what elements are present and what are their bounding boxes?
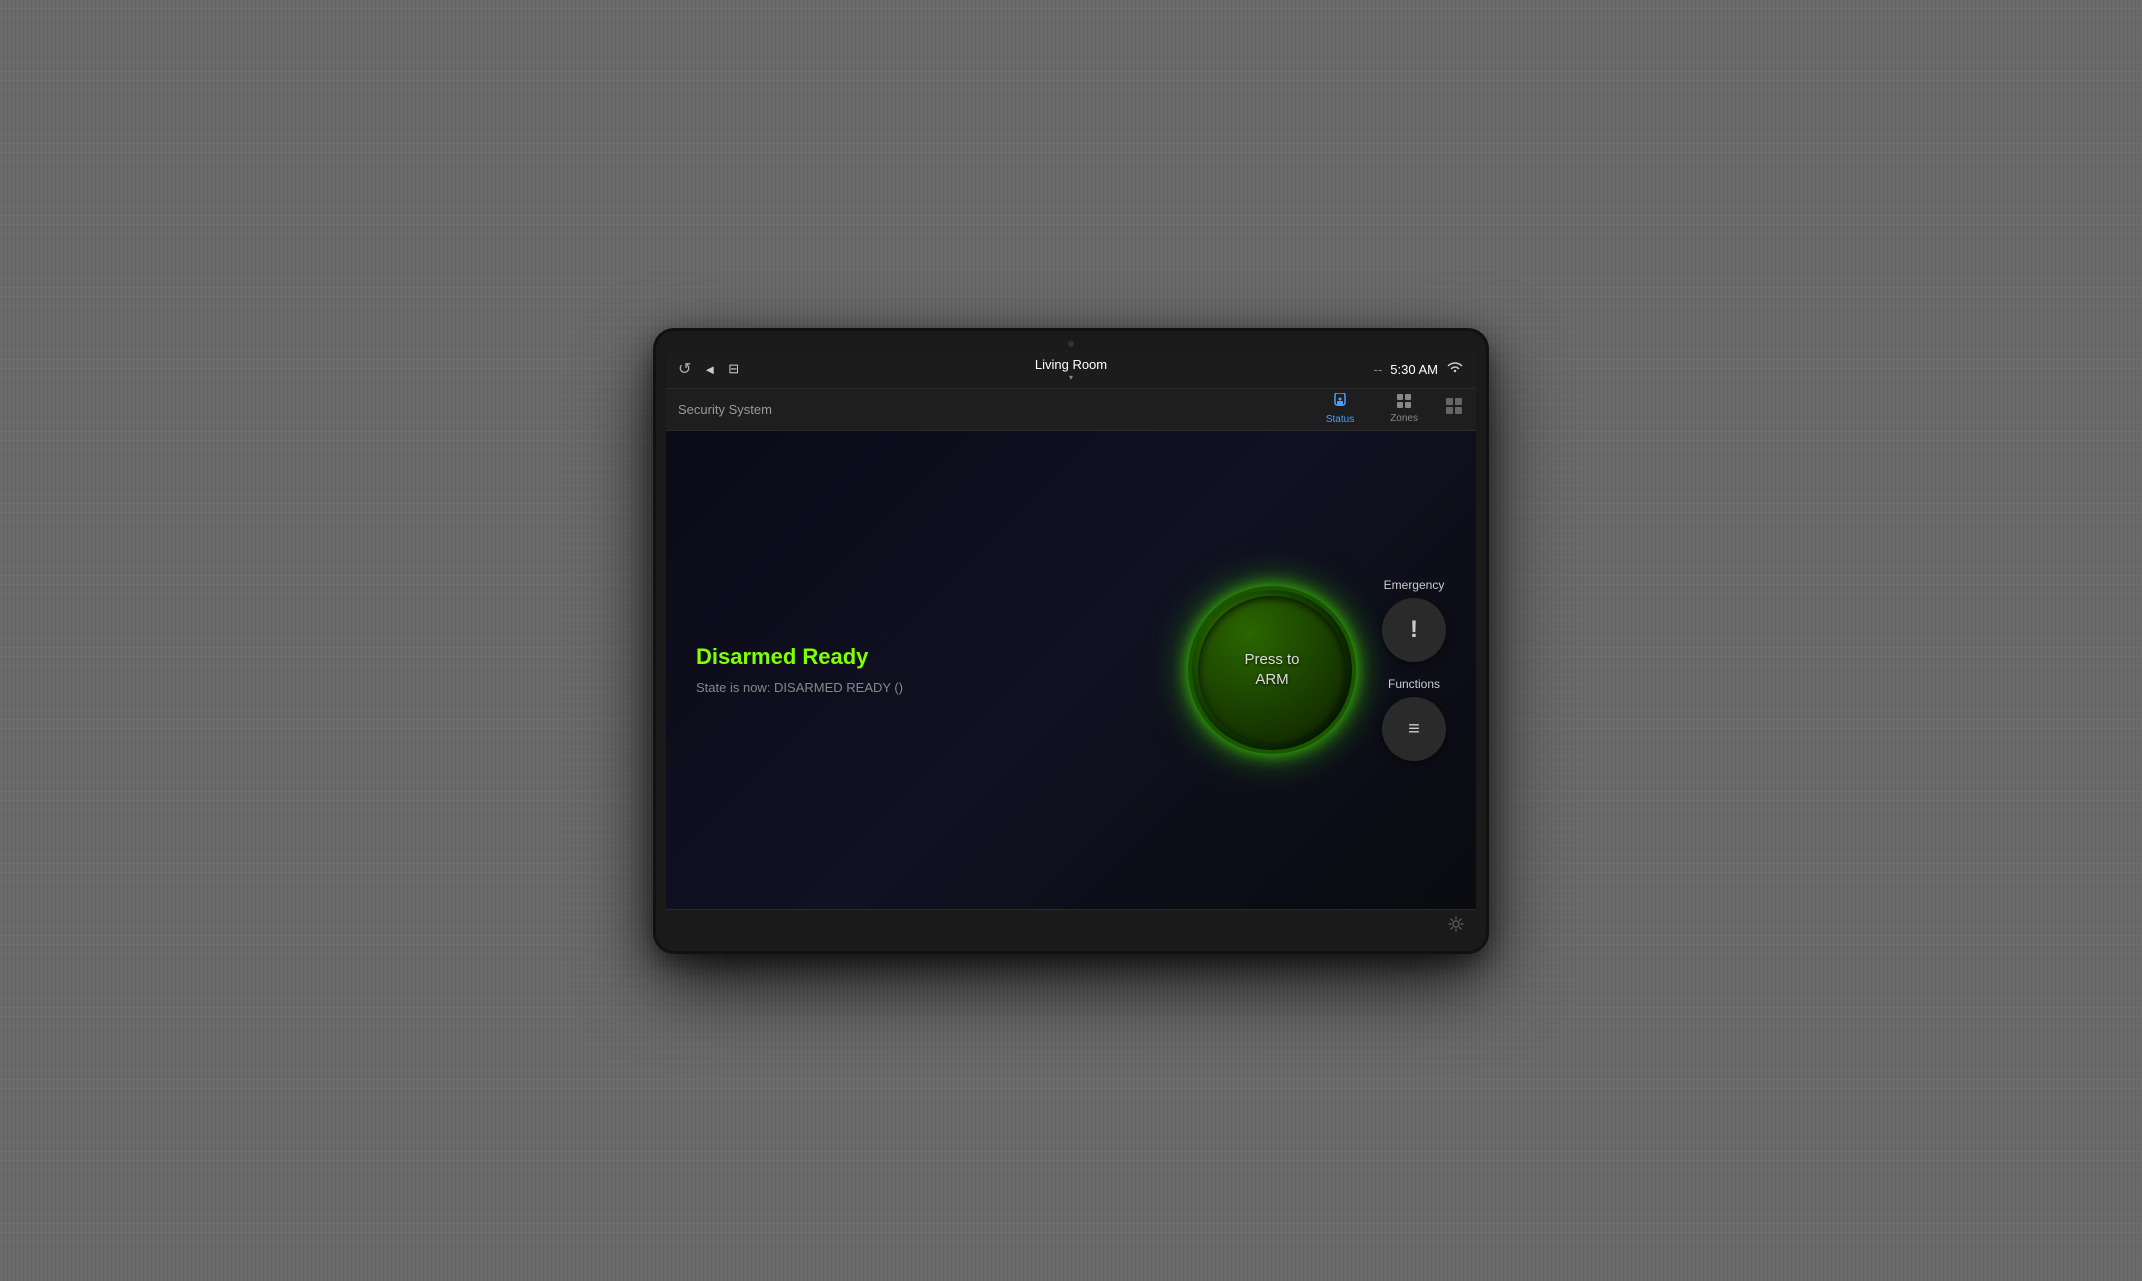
- time-display: 5:30 AM: [1390, 362, 1438, 377]
- clock-icon: ↺: [678, 359, 691, 379]
- zones-tab-icon: [1397, 394, 1411, 411]
- tab-status[interactable]: Status: [1318, 389, 1362, 429]
- status-bar: ↺ ◄ ⊟ Living Room ▾ -- 5:30 AM: [666, 351, 1476, 389]
- emergency-button[interactable]: !: [1382, 598, 1446, 662]
- exclamation-icon: !: [1410, 616, 1418, 644]
- state-detail-text: State is now: DISARMED READY (): [696, 680, 1162, 695]
- status-bar-center: Living Room ▾: [943, 357, 1198, 382]
- arm-line1: Press to: [1244, 651, 1299, 668]
- tab-zones[interactable]: Zones: [1382, 390, 1426, 428]
- location-name: Living Room: [1035, 357, 1107, 372]
- action-section: Emergency ! Functions ≡: [1382, 578, 1446, 761]
- tablet-device: ↺ ◄ ⊟ Living Room ▾ -- 5:30 AM: [656, 331, 1486, 951]
- disarmed-status-label: Disarmed Ready: [696, 644, 1162, 670]
- status-tab-label: Status: [1326, 414, 1354, 425]
- emergency-action: Emergency !: [1382, 578, 1446, 662]
- home-icon[interactable]: ⊟: [728, 361, 739, 377]
- arm-button[interactable]: Press to ARM: [1192, 590, 1352, 750]
- functions-label: Functions: [1388, 677, 1440, 691]
- menu-icon: ≡: [1408, 718, 1420, 741]
- location-chevron: ▾: [1069, 373, 1073, 382]
- status-bar-right: -- 5:30 AM: [1209, 360, 1464, 378]
- page-title: Security System: [678, 402, 1318, 417]
- bottom-bar: [666, 909, 1476, 941]
- screen: ↺ ◄ ⊟ Living Room ▾ -- 5:30 AM: [666, 351, 1476, 941]
- zones-tab-label: Zones: [1390, 413, 1418, 424]
- functions-button[interactable]: ≡: [1382, 697, 1446, 761]
- status-tab-icon: [1333, 393, 1347, 412]
- back-icon[interactable]: ◄: [703, 362, 716, 377]
- arm-button-inner: Press to ARM: [1244, 650, 1299, 689]
- arm-button-text: Press to ARM: [1244, 650, 1299, 689]
- wifi-icon: [1446, 360, 1464, 378]
- functions-action: Functions ≡: [1382, 677, 1446, 761]
- emergency-label: Emergency: [1384, 578, 1445, 592]
- grid-view-button[interactable]: [1446, 398, 1464, 421]
- main-content: Disarmed Ready State is now: DISARMED RE…: [666, 431, 1476, 909]
- status-section: Disarmed Ready State is now: DISARMED RE…: [696, 644, 1162, 695]
- arm-button-container: Press to ARM: [1192, 590, 1352, 750]
- settings-icon[interactable]: [1448, 916, 1464, 935]
- nav-bar: Security System Status: [666, 389, 1476, 431]
- arm-line2: ARM: [1255, 671, 1288, 688]
- status-bar-left: ↺ ◄ ⊟: [678, 359, 933, 379]
- separator-text: --: [1374, 362, 1383, 377]
- nav-tabs: Status Zones: [1318, 389, 1426, 429]
